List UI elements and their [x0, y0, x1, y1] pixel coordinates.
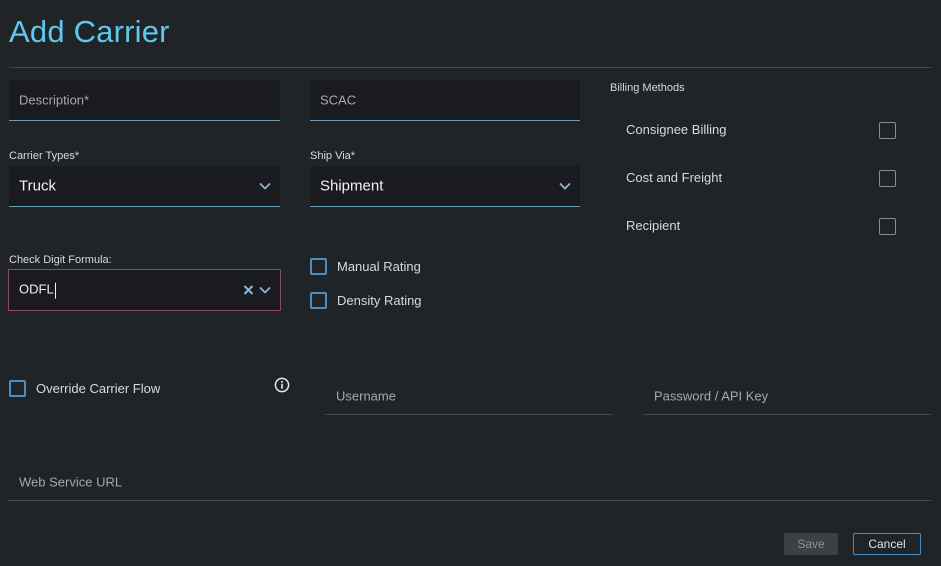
carrier-types-label: Carrier Types* [9, 150, 80, 162]
manual-rating-row[interactable]: Manual Rating [310, 258, 421, 275]
override-carrier-flow-label: Override Carrier Flow [36, 381, 161, 396]
billing-item-cost-freight-label: Cost and Freight [626, 170, 723, 185]
manual-rating-label: Manual Rating [337, 259, 421, 274]
description-input[interactable]: Description* [9, 80, 280, 121]
billing-methods-title: Billing Methods [610, 82, 685, 94]
username-placeholder: Username [336, 388, 396, 404]
check-digit-label: Check Digit Formula: [9, 254, 112, 266]
carrier-types-select[interactable]: Truck [9, 166, 280, 207]
billing-item-cost-freight-checkbox[interactable] [879, 170, 896, 187]
web-service-url-placeholder: Web Service URL [19, 474, 123, 490]
page-title: Add Carrier [9, 14, 170, 49]
username-input[interactable]: Username [325, 378, 613, 415]
chevron-down-icon[interactable] [259, 286, 271, 294]
billing-item-recipient-checkbox[interactable] [879, 218, 896, 235]
title-divider [9, 67, 931, 68]
ship-via-select[interactable]: Shipment [310, 166, 580, 207]
density-rating-row[interactable]: Density Rating [310, 292, 422, 309]
chevron-down-icon[interactable] [259, 182, 271, 190]
close-icon[interactable] [243, 285, 254, 296]
cancel-button[interactable]: Cancel [853, 533, 921, 555]
add-carrier-page: Add Carrier Description* SCAC Carrier Ty… [0, 0, 941, 566]
scac-placeholder: SCAC [320, 92, 357, 108]
carrier-types-value: Truck [19, 177, 56, 195]
ship-via-value: Shipment [320, 177, 384, 195]
web-service-url-input[interactable]: Web Service URL [8, 464, 931, 501]
check-digit-select[interactable]: ODFL [8, 269, 281, 311]
manual-rating-checkbox[interactable] [310, 258, 327, 275]
billing-item-consignee-checkbox[interactable] [879, 122, 896, 139]
save-button[interactable]: Save [784, 533, 838, 555]
density-rating-label: Density Rating [337, 293, 422, 308]
password-placeholder: Password / API Key [654, 388, 769, 404]
billing-item-consignee-label: Consignee Billing [626, 122, 727, 137]
text-caret [54, 282, 56, 299]
scac-input[interactable]: SCAC [310, 80, 580, 121]
ship-via-label: Ship Via* [310, 150, 356, 162]
density-rating-checkbox[interactable] [310, 292, 327, 309]
info-icon[interactable] [274, 377, 290, 393]
description-placeholder: Description* [19, 92, 90, 108]
check-digit-value: ODFL [19, 281, 54, 297]
password-input[interactable]: Password / API Key [643, 378, 931, 415]
chevron-down-icon[interactable] [559, 182, 571, 190]
billing-item-recipient-label: Recipient [626, 218, 681, 233]
override-carrier-flow-checkbox[interactable] [9, 380, 26, 397]
override-carrier-flow-row[interactable]: Override Carrier Flow [9, 380, 160, 397]
